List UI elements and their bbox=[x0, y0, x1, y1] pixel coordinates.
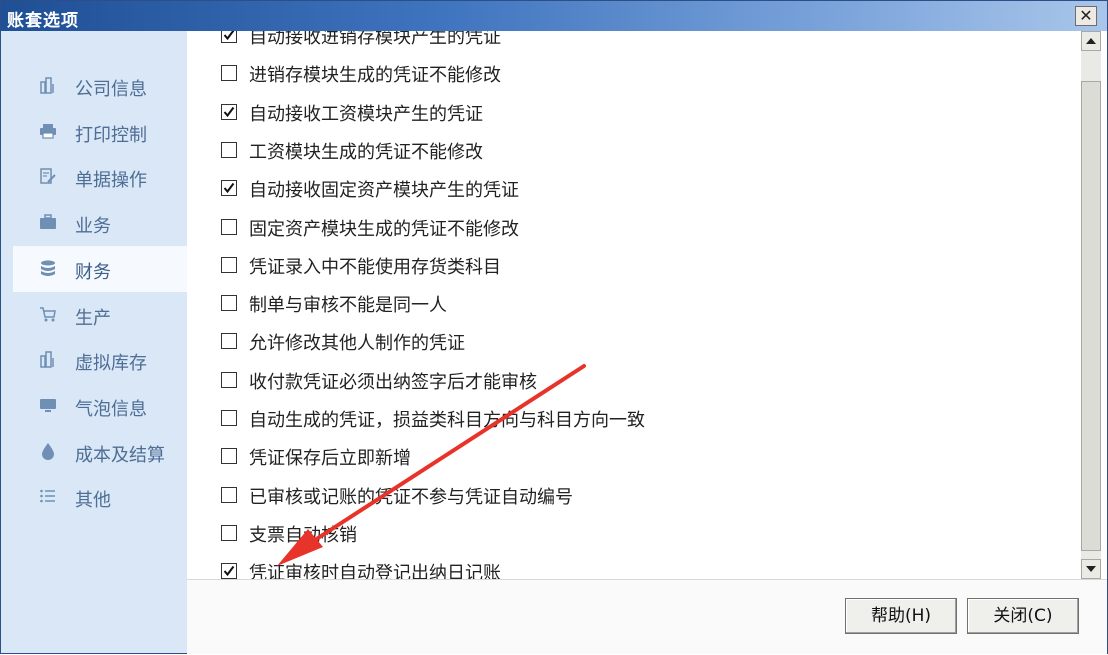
option-checkbox[interactable] bbox=[221, 31, 237, 43]
option-checkbox[interactable] bbox=[221, 256, 237, 273]
sidebar-item-label: 财务 bbox=[75, 261, 111, 283]
sidebar-item[interactable]: 财务 bbox=[13, 245, 187, 292]
option-label: 固定资产模块生成的凭证不能修改 bbox=[249, 218, 519, 240]
sidebar-item-label: 成本及结算 bbox=[75, 444, 165, 466]
sidebar-item[interactable]: 打印控制 bbox=[13, 109, 187, 155]
options-dialog: 账套选项 ✕ 公司信息打印控制单据操作业务财务生产虚拟库存气泡信息成本及结算其他… bbox=[0, 0, 1108, 654]
help-button[interactable]: 帮助(H) bbox=[845, 598, 957, 634]
sidebar-item[interactable]: 虚拟库存 bbox=[13, 337, 187, 383]
option-label: 工资模块生成的凭证不能修改 bbox=[249, 141, 483, 163]
option-checkbox[interactable] bbox=[221, 180, 237, 197]
building-icon bbox=[39, 76, 57, 94]
titlebar[interactable]: 账套选项 ✕ bbox=[1, 1, 1107, 31]
sidebar-item[interactable]: 业务 bbox=[13, 200, 187, 246]
list-icon bbox=[39, 487, 57, 505]
scroll-down-arrow-icon[interactable] bbox=[1081, 559, 1101, 579]
option-checkbox[interactable] bbox=[221, 65, 237, 82]
option-label: 凭证录入中不能使用存货类科目 bbox=[249, 256, 501, 278]
options-panel: 自动接收进销存模块产生的凭证进销存模块生成的凭证不能修改 自动接收工资模块产生的凭… bbox=[187, 31, 1081, 579]
option-checkbox[interactable] bbox=[221, 295, 237, 312]
document-edit-icon bbox=[39, 167, 57, 185]
sidebar-item-label: 其他 bbox=[75, 490, 111, 512]
option-label: 自动接收工资模块产生的凭证 bbox=[249, 103, 483, 125]
option-label: 凭证保存后立即新增 bbox=[249, 448, 411, 470]
monitor-icon bbox=[39, 396, 57, 414]
checkmark-icon bbox=[223, 183, 235, 194]
option-label: 自动接收进销存模块产生的凭证 bbox=[249, 31, 501, 48]
close-button[interactable]: 关闭(C) bbox=[967, 598, 1079, 634]
option-label: 允许修改其他人制作的凭证 bbox=[249, 333, 465, 355]
option-label: 制单与审核不能是同一人 bbox=[249, 295, 447, 317]
option-label: 收付款凭证必须出纳签字后才能审核 bbox=[249, 371, 537, 393]
sidebar-item-label: 生产 bbox=[75, 307, 111, 329]
sidebar-item[interactable]: 公司信息 bbox=[13, 63, 187, 109]
option-label: 进销存模块生成的凭证不能修改 bbox=[249, 65, 501, 87]
option-checkbox[interactable] bbox=[221, 563, 237, 579]
scroll-up-arrow-icon[interactable] bbox=[1081, 31, 1101, 51]
close-icon[interactable]: ✕ bbox=[1075, 6, 1097, 26]
checkmark-icon bbox=[223, 106, 235, 117]
option-checkbox[interactable] bbox=[221, 218, 237, 235]
option-checkbox[interactable] bbox=[221, 486, 237, 503]
option-checkbox[interactable] bbox=[221, 103, 237, 120]
sidebar-item[interactable]: 成本及结算 bbox=[13, 429, 187, 475]
sidebar-item-label: 单据操作 bbox=[75, 170, 147, 192]
database-icon bbox=[39, 259, 57, 277]
window-title: 账套选项 bbox=[7, 11, 79, 31]
cart-icon bbox=[39, 305, 57, 323]
dialog-footer: 帮助(H) 关闭(C) bbox=[187, 579, 1107, 654]
checkmark-icon bbox=[223, 566, 235, 577]
sidebar-item-label: 虚拟库存 bbox=[75, 353, 147, 375]
option-checkbox[interactable] bbox=[221, 333, 237, 350]
sidebar: 公司信息打印控制单据操作业务财务生产虚拟库存气泡信息成本及结算其他 bbox=[1, 31, 187, 653]
drop-icon bbox=[39, 442, 57, 460]
sidebar-item[interactable]: 单据操作 bbox=[13, 154, 187, 200]
option-checkbox[interactable] bbox=[221, 371, 237, 388]
option-label: 已审核或记账的凭证不参与凭证自动编号 bbox=[249, 486, 573, 508]
option-checkbox[interactable] bbox=[221, 141, 237, 158]
sidebar-item-label: 打印控制 bbox=[75, 124, 147, 146]
option-checkbox[interactable] bbox=[221, 410, 237, 426]
sidebar-item[interactable]: 气泡信息 bbox=[13, 383, 187, 429]
sidebar-item[interactable]: 其他 bbox=[13, 474, 187, 520]
sidebar-item[interactable]: 生产 bbox=[13, 292, 187, 338]
building-icon bbox=[39, 350, 57, 368]
option-checkbox[interactable] bbox=[221, 524, 237, 541]
option-label: 凭证审核时自动登记出纳日记账 bbox=[249, 563, 501, 579]
printer-icon bbox=[39, 122, 57, 140]
option-checkbox[interactable] bbox=[221, 448, 237, 465]
sidebar-item-label: 气泡信息 bbox=[75, 398, 147, 420]
option-label: 自动接收固定资产模块产生的凭证 bbox=[249, 180, 519, 202]
scroll-thumb[interactable] bbox=[1081, 81, 1101, 551]
option-label: 支票自动核销 bbox=[249, 524, 357, 546]
briefcase-icon bbox=[39, 213, 57, 231]
checkmark-icon bbox=[223, 31, 235, 41]
sidebar-item-label: 业务 bbox=[75, 216, 111, 238]
option-label: 自动生成的凭证，损益类科目方向与科目方向一致 bbox=[249, 410, 645, 431]
sidebar-item-label: 公司信息 bbox=[75, 79, 147, 100]
vertical-scrollbar[interactable] bbox=[1081, 31, 1101, 579]
